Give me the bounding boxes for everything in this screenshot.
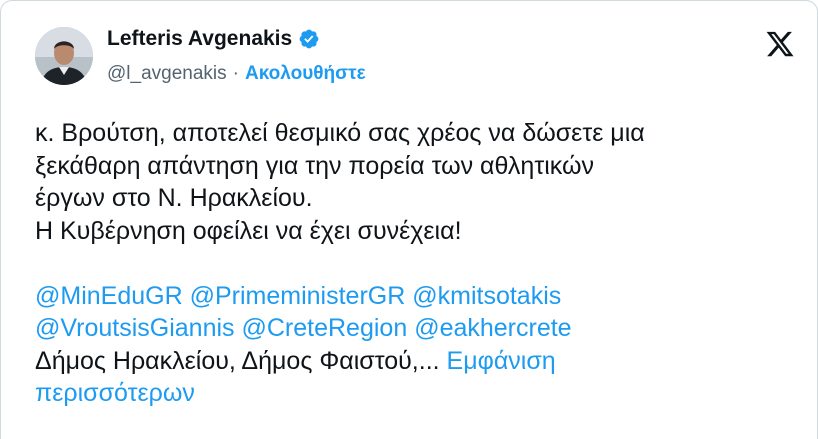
author-handle[interactable]: @l_avgenakis — [107, 63, 227, 85]
trailing-line: Δήμος Ηρακλείου, Δήμος Φαιστού,... Εμφάν… — [35, 345, 797, 378]
tweet-text: κ. Βρούτση, αποτελεί θεσμικό σας χρέος ν… — [35, 117, 797, 410]
x-logo-icon[interactable] — [765, 29, 795, 59]
mention-link[interactable]: @MinEduGR — [35, 282, 183, 310]
tweet-line-4: Η Κυβέρνηση οφείλει να έχει συνέχεια! — [35, 216, 462, 245]
show-more-link-continued[interactable]: περισσότερων — [35, 379, 195, 407]
mention-link[interactable]: @VroutsisGiannis — [35, 314, 235, 342]
paragraph-break — [35, 247, 797, 280]
mention-link[interactable]: @CreteRegion — [241, 314, 407, 342]
author-handle-row: @l_avgenakis · Ακολουθήστε — [107, 63, 366, 85]
tweet-line-1: κ. Βρούτση, αποτελεί θεσμικό σας χρέος ν… — [35, 119, 645, 147]
trailing-text: Δήμος Ηρακλείου, Δήμος Φαιστού,... — [35, 346, 440, 375]
author-name-row: Lefteris Avgenakis — [107, 27, 320, 51]
show-more-line: περισσότερων — [35, 377, 797, 410]
mention-link[interactable]: @eakhercrete — [414, 314, 571, 342]
show-more-link[interactable]: Εμφάνιση — [447, 347, 556, 375]
mentions-line-1: @MinEduGR @PrimeministerGR @kmitsotakis — [35, 280, 797, 313]
avatar-image — [35, 27, 93, 85]
mentions-line-2: @VroutsisGiannis @CreteRegion @eakhercre… — [35, 312, 797, 345]
verified-badge-icon — [298, 28, 320, 50]
mention-link[interactable]: @PrimeministerGR — [190, 282, 406, 310]
avatar[interactable] — [35, 27, 93, 85]
tweet-line-3: έργων στο Ν. Ηρακλείου. — [35, 184, 313, 212]
follow-button[interactable]: Ακολουθήστε — [245, 63, 366, 85]
tweet-line-2: ξεκάθαρη απάντηση για την πορεία των αθλ… — [35, 151, 594, 180]
separator-dot: · — [232, 63, 239, 84]
mention-link[interactable]: @kmitsotakis — [412, 282, 561, 310]
author-name[interactable]: Lefteris Avgenakis — [107, 27, 292, 51]
tweet-card[interactable]: Lefteris Avgenakis @l_avgenakis · Ακολου… — [0, 0, 818, 439]
